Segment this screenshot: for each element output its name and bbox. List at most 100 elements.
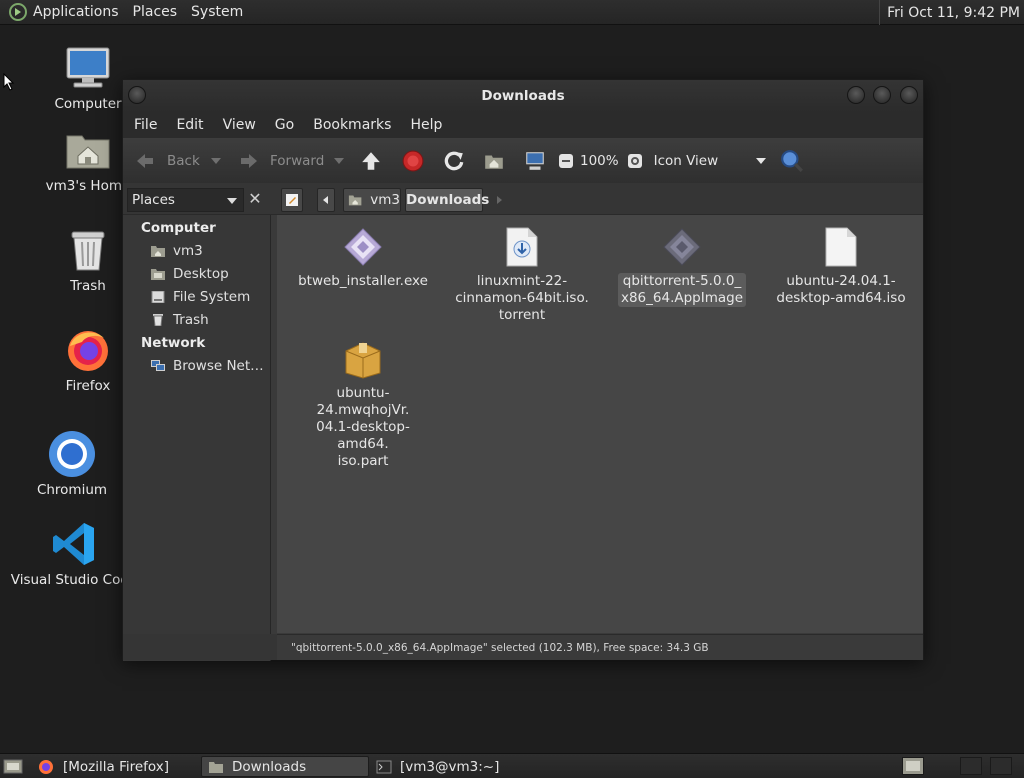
statusbar: "qbittorrent-5.0.0_x86_64.AppImage" sele… [277, 634, 923, 660]
window-title: Downloads [481, 88, 565, 104]
up-arrow-icon[interactable] [360, 150, 382, 172]
applications-menu[interactable]: Applications [33, 4, 119, 20]
search-icon[interactable] [780, 149, 804, 173]
bottom-panel: [Mozilla Firefox] Downloads [vm3@vm3:~] [0, 753, 1024, 778]
top-panel: Applications Places System Fri Oct 11, 9… [0, 0, 1024, 25]
vscode-icon [50, 520, 98, 568]
folder-icon [209, 761, 223, 773]
file-item[interactable]: ubuntu-24.mwqhojVr. 04.1-desktop-amd64. is… [293, 339, 433, 470]
sidebar-item-trash[interactable]: Trash [151, 312, 209, 328]
zoom-level[interactable]: 100% [580, 153, 619, 169]
file-item[interactable]: linuxmint-22- cinnamon-64bit.iso. torrent [452, 227, 592, 324]
reload-icon[interactable] [443, 150, 465, 172]
sidebar-mode-select[interactable]: Places [127, 188, 244, 212]
stop-icon[interactable] [402, 150, 424, 172]
chevron-right-icon[interactable] [494, 195, 504, 205]
network-icon [151, 360, 165, 371]
show-desktop-icon[interactable] [3, 757, 23, 775]
back-history-dropdown[interactable] [211, 157, 221, 164]
menu-edit[interactable]: Edit [176, 117, 203, 133]
window-titlebar[interactable]: Downloads [123, 80, 923, 112]
sidebar-mode-dropdown-icon [227, 198, 237, 204]
file-name: qbittorrent-5.0.0_ x86_64.AppImage [617, 273, 747, 307]
sidebar-item-browse-network[interactable]: Browse Net… [151, 358, 264, 374]
firefox-icon [39, 759, 53, 774]
workspace-switcher[interactable] [902, 757, 924, 775]
file-item[interactable]: btweb_installer.exe [293, 227, 433, 290]
sidebar-heading-computer: Computer [141, 220, 216, 236]
breadcrumb-vm3[interactable]: vm3 [343, 188, 401, 212]
chevron-left-icon [323, 196, 328, 204]
sidebar-item-file-system[interactable]: File System [151, 289, 250, 305]
taskbar-item-firefox[interactable]: [Mozilla Firefox] [32, 756, 198, 777]
forward-button[interactable]: Forward [239, 151, 329, 171]
file-name: ubuntu-24.mwqhojVr. 04.1-desktop-amd64. is… [316, 385, 410, 469]
file-name: ubuntu-24.04.1- desktop-amd64.iso [776, 273, 906, 306]
path-scroll-left-button[interactable] [317, 188, 335, 212]
terminal-icon [376, 760, 392, 773]
document-icon [821, 227, 861, 267]
file-name: btweb_installer.exe [298, 273, 428, 289]
mouse-pointer-icon [3, 73, 15, 91]
menu-go[interactable]: Go [275, 117, 294, 133]
places-sidebar: Computer vm3 Desktop File System Trash N… [123, 215, 271, 661]
computer-icon [64, 44, 112, 92]
taskbar-item-downloads[interactable]: Downloads [201, 756, 369, 777]
view-mode-dropdown-icon [755, 157, 766, 164]
view-mode-select[interactable]: Icon View [654, 153, 766, 169]
close-button[interactable] [900, 86, 918, 104]
menu-view[interactable]: View [223, 117, 256, 133]
torrent-file-icon [502, 227, 542, 267]
menu-bookmarks[interactable]: Bookmarks [313, 117, 391, 133]
executable-icon [343, 227, 383, 267]
system-menu[interactable]: System [191, 4, 243, 20]
drive-icon [151, 291, 165, 303]
pencil-icon [286, 194, 298, 206]
home-folder-icon [348, 195, 362, 206]
breadcrumb-downloads[interactable]: Downloads [405, 188, 489, 212]
home-folder-icon [64, 126, 112, 174]
sidebar-heading-network: Network [141, 335, 206, 351]
menubar: File Edit View Go Bookmarks Help [123, 112, 923, 138]
workspace-switcher-3[interactable] [990, 757, 1012, 775]
file-item-selected[interactable]: qbittorrent-5.0.0_ x86_64.AppImage [612, 227, 752, 307]
clock[interactable]: Fri Oct 11, 9:42 PM [879, 0, 1020, 25]
workspace-switcher-2[interactable] [960, 757, 982, 775]
desktop-icon [151, 269, 165, 280]
file-manager-window: Downloads File Edit View Go Bookmarks He… [122, 79, 924, 661]
zoom-out-button[interactable] [558, 153, 574, 169]
zoom-in-icon [627, 153, 642, 168]
back-arrow-icon [137, 153, 153, 168]
zoom-in-button[interactable] [627, 153, 643, 169]
chromium-icon [48, 430, 96, 478]
trash-icon [64, 226, 112, 274]
firefox-icon [64, 326, 112, 374]
toolbar: Back Forward 100% Icon View [123, 138, 923, 183]
computer-icon[interactable] [524, 150, 546, 172]
close-sidebar-icon[interactable]: ✕ [247, 190, 263, 208]
zoom-out-icon [559, 153, 573, 168]
statusbar-spacer [123, 634, 277, 660]
minimize-button[interactable] [847, 86, 865, 104]
toggle-location-entry-button[interactable] [281, 188, 303, 212]
package-icon [343, 339, 383, 379]
forward-history-dropdown[interactable] [334, 157, 344, 164]
places-menu[interactable]: Places [133, 4, 178, 20]
sidebar-item-desktop[interactable]: Desktop [151, 266, 229, 282]
home-icon[interactable] [483, 150, 505, 172]
maximize-button[interactable] [873, 86, 891, 104]
window-menu-button[interactable] [128, 86, 146, 104]
menu-file[interactable]: File [134, 117, 157, 133]
file-item[interactable]: ubuntu-24.04.1- desktop-amd64.iso [771, 227, 911, 307]
back-button[interactable]: Back [135, 151, 205, 171]
file-name: linuxmint-22- cinnamon-64bit.iso. torrent [455, 273, 589, 323]
menu-help[interactable]: Help [410, 117, 442, 133]
taskbar-item-terminal[interactable]: [vm3@vm3:~] [370, 756, 538, 777]
sidebar-item-vm3[interactable]: vm3 [151, 243, 203, 259]
forward-arrow-icon [241, 153, 257, 168]
home-icon [151, 246, 165, 257]
file-view[interactable]: btweb_installer.exe linuxmint-22- cinnamo… [277, 215, 923, 633]
mint-menu-icon[interactable] [9, 3, 27, 21]
trash-icon [153, 314, 163, 326]
desktop-icon-chromium[interactable]: Chromium [2, 430, 142, 498]
